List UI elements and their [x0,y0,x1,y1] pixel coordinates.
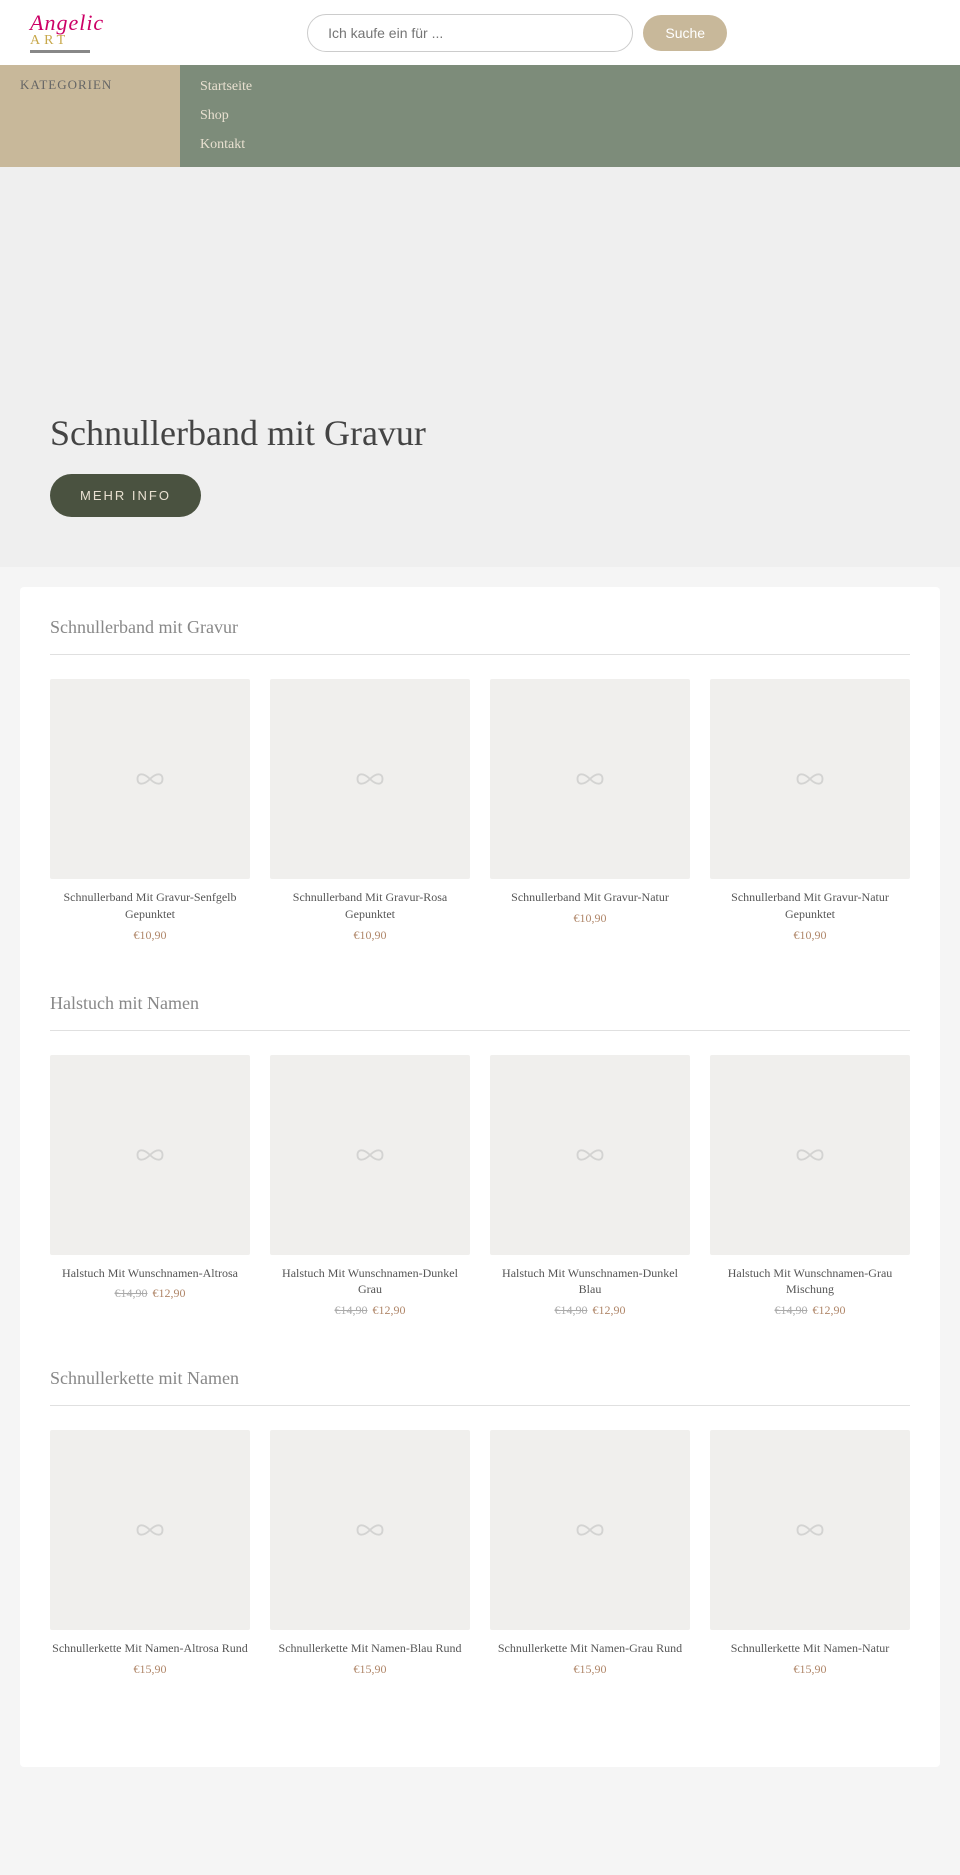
product-price: €14,90 €12,90 [555,1303,626,1318]
nav-links: Startseite Shop Kontakt [180,65,272,167]
product-card[interactable]: Halstuch Mit Wunschnamen-Dunkel Blau €14,… [490,1055,690,1319]
section-title-schnullerband: Schnullerband mit Gravur [50,617,910,638]
product-grid-schnullerkette: Schnullerkette Mit Namen-Altrosa Rund €15… [50,1430,910,1677]
product-image [270,1430,470,1630]
product-card[interactable]: Halstuch Mit Wunschnamen-Grau Mischung €1… [710,1055,910,1319]
product-card[interactable]: Schnullerband Mit Gravur-Natur Gepunktet… [710,679,910,943]
product-image [710,679,910,879]
new-price: €12,90 [373,1303,406,1317]
product-price: €15,90 [354,1662,387,1677]
product-card[interactable]: Halstuch Mit Wunschnamen-Altrosa€14,90€1… [50,1055,250,1319]
section-title-schnullerkette: Schnullerkette mit Namen [50,1368,910,1389]
product-image [490,1430,690,1630]
product-image [490,679,690,879]
product-name: Halstuch Mit Wunschnamen-Dunkel Grau [270,1265,470,1299]
old-price: €14,90 [555,1303,588,1317]
product-grid-schnullerband: Schnullerband Mit Gravur-Senfgelb Gepunk… [50,679,910,943]
product-price: €14,90 €12,90 [335,1303,406,1318]
product-image [50,1430,250,1630]
product-price: €10,90 [354,928,387,943]
section-title-halstuch: Halstuch mit Namen [50,993,910,1014]
old-price: €14,90 [775,1303,808,1317]
product-image [50,1055,250,1255]
search-area: Suche [307,14,727,52]
section-schnullerkette: Schnullerkette mit Namen Schnullerkette … [50,1368,910,1677]
new-price: €12,90 [153,1286,186,1300]
new-price: €12,90 [593,1303,626,1317]
product-card[interactable]: Schnullerband Mit Gravur-Rosa Gepunktet €… [270,679,470,943]
product-card[interactable]: Schnullerkette Mit Namen-Natur €15,90 [710,1430,910,1677]
product-card[interactable]: Schnullerkette Mit Namen-Grau Rund €15,90 [490,1430,690,1677]
section-halstuch: Halstuch mit Namen Halstuch Mit Wunschna… [50,993,910,1319]
product-card[interactable]: Schnullerband Mit Gravur-Senfgelb Gepunk… [50,679,250,943]
product-price: €10,90 [574,911,607,926]
product-price: €14,90 €12,90 [115,1286,186,1301]
product-price: €10,90 [134,928,167,943]
nav-link-contact[interactable]: Kontakt [200,133,252,157]
product-price: €15,90 [134,1662,167,1677]
product-image [710,1430,910,1630]
search-input[interactable] [307,14,633,52]
product-name: Schnullerkette Mit Namen-Grau Rund [498,1640,682,1657]
product-name: Schnullerkette Mit Namen-Natur [731,1640,890,1657]
product-name: Schnullerband Mit Gravur-Natur Gepunktet [710,889,910,923]
logo-art: ART [30,34,69,48]
product-name: Schnullerkette Mit Namen-Altrosa Rund [52,1640,248,1657]
product-image [50,679,250,879]
hero-title: Schnullerband mit Gravur [50,412,910,454]
product-image [710,1055,910,1255]
section-divider-schnullerband [50,654,910,655]
product-image [270,679,470,879]
section-schnullerband: Schnullerband mit Gravur Schnullerband M… [50,617,910,943]
product-card[interactable]: Schnullerkette Mit Namen-Altrosa Rund €15… [50,1430,250,1677]
product-card[interactable]: Halstuch Mit Wunschnamen-Dunkel Grau €14,… [270,1055,470,1319]
hero-section: Schnullerband mit Gravur MEHR INFO [0,167,960,567]
navigation: KATEGORIEN Startseite Shop Kontakt [0,65,960,167]
product-name: Schnullerband Mit Gravur-Senfgelb Gepunk… [50,889,250,923]
product-name: Schnullerband Mit Gravur-Rosa Gepunktet [270,889,470,923]
main-content: Schnullerband mit Gravur Schnullerband M… [20,587,940,1767]
product-image [270,1055,470,1255]
logo-angelic: Angelic [30,12,104,34]
product-image [490,1055,690,1255]
nav-link-shop[interactable]: Shop [200,104,252,128]
logo-bar [30,50,90,53]
product-price: €10,90 [794,928,827,943]
product-name: Schnullerband Mit Gravur-Natur [511,889,669,906]
nav-category-label: KATEGORIEN [0,65,180,167]
logo[interactable]: Angelic ART [30,12,104,53]
nav-link-home[interactable]: Startseite [200,75,252,99]
product-card[interactable]: Schnullerkette Mit Namen-Blau Rund €15,90 [270,1430,470,1677]
product-name: Halstuch Mit Wunschnamen-Grau Mischung [710,1265,910,1299]
section-divider-schnullerkette [50,1405,910,1406]
product-grid-halstuch: Halstuch Mit Wunschnamen-Altrosa€14,90€1… [50,1055,910,1319]
product-name: Schnullerkette Mit Namen-Blau Rund [279,1640,462,1657]
mehr-info-button[interactable]: MEHR INFO [50,474,201,517]
old-price: €14,90 [335,1303,368,1317]
product-price: €15,90 [794,1662,827,1677]
product-name: Halstuch Mit Wunschnamen-Dunkel Blau [490,1265,690,1299]
product-card[interactable]: Schnullerband Mit Gravur-Natur €10,90 [490,679,690,943]
old-price: €14,90 [115,1286,148,1300]
product-name: Halstuch Mit Wunschnamen-Altrosa [62,1265,238,1282]
new-price: €12,90 [813,1303,846,1317]
product-price: €14,90 €12,90 [775,1303,846,1318]
search-button[interactable]: Suche [643,15,727,51]
product-price: €15,90 [574,1662,607,1677]
section-divider-halstuch [50,1030,910,1031]
header: Angelic ART Suche [0,0,960,65]
